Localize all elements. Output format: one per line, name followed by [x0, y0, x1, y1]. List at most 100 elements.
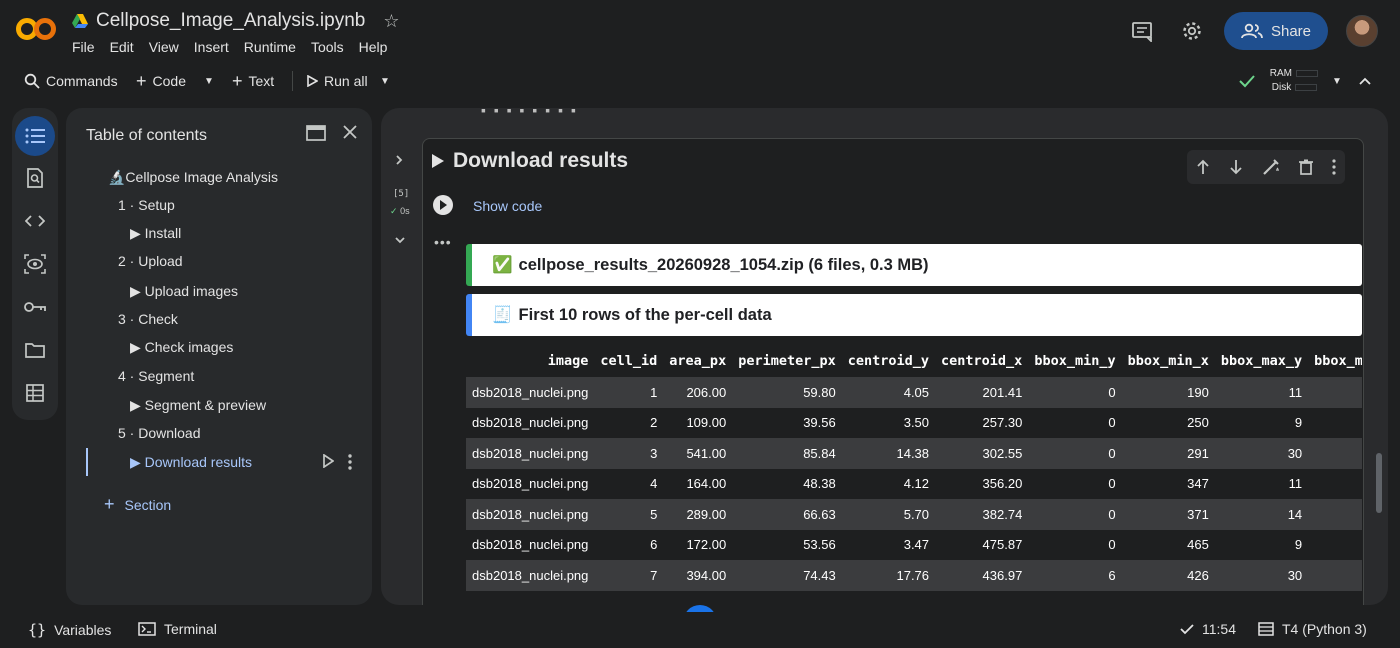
table-cell: 4	[594, 468, 664, 499]
run-all-button[interactable]: Run all	[306, 66, 368, 96]
variables-label: Variables	[54, 622, 112, 638]
table-cell: 14	[1214, 499, 1309, 530]
comments-icon[interactable]	[1124, 13, 1160, 49]
share-button[interactable]: Share	[1224, 12, 1328, 50]
toc-item-actions	[322, 454, 352, 470]
star-icon[interactable]: ☆	[383, 11, 399, 32]
table-cell: 14.38	[841, 438, 936, 469]
toc-item-setup[interactable]: 1 · Setup	[118, 197, 175, 213]
table-cell: 541.00	[663, 438, 733, 469]
expand-section-chevron-icon[interactable]	[394, 154, 404, 166]
data-table-icon[interactable]	[15, 373, 55, 413]
open-in-tab-icon[interactable]	[306, 124, 326, 142]
move-down-icon[interactable]	[1229, 159, 1243, 175]
more-options-icon[interactable]	[348, 454, 352, 470]
add-text-button[interactable]: + Text	[232, 66, 274, 96]
menu-edit[interactable]: Edit	[110, 39, 134, 55]
more-vert-icon[interactable]	[1331, 159, 1336, 175]
top-bar: Cellpose_Image_Analysis.ipynb ☆ File Edi…	[0, 0, 1400, 62]
notebook-name[interactable]: Cellpose_Image_Analysis.ipynb	[96, 10, 365, 32]
toc-item-upload[interactable]: 2 · Upload	[118, 253, 183, 269]
toc-item-download-results[interactable]: ▶ Download results	[130, 454, 252, 471]
table-row: dsb2018_nuclei.png 2 109.00 39.56 3.50 257.30…	[466, 407, 1362, 438]
column-header: image	[547, 353, 589, 369]
column-header: perimeter_px	[738, 353, 836, 369]
menu-insert[interactable]: Insert	[194, 39, 229, 55]
cell-heading-text: Download results	[453, 149, 629, 172]
plus-icon: +	[136, 70, 147, 91]
menu-tools[interactable]: Tools	[311, 39, 344, 55]
run-cell-button[interactable]	[433, 195, 453, 215]
table-row: dsb2018_nuclei.png 7 394.00 74.43 17.76 436.9…	[466, 560, 1362, 591]
disk-label: Disk	[1271, 82, 1292, 93]
run-section-icon[interactable]	[322, 454, 334, 470]
terminal-button[interactable]: Terminal	[138, 621, 217, 637]
google-drive-icon[interactable]	[72, 13, 88, 29]
column-header: centroid_x	[941, 353, 1023, 369]
table-cell: 302.55	[935, 438, 1029, 469]
table-cell: 382.74	[935, 499, 1029, 530]
colab-logo[interactable]	[16, 14, 56, 44]
notebook-area: ▪ ▪ ▪ ▪ ▪ ▪ ▪ ▪ [5] ✓ 0s Download result…	[381, 108, 1388, 605]
table-cell: 395	[1308, 499, 1362, 530]
table-cell: 487	[1308, 529, 1362, 560]
commands-button[interactable]: Commands	[24, 66, 118, 96]
runtime-dropdown-icon[interactable]: ▼	[1332, 66, 1342, 96]
menu-help[interactable]: Help	[359, 39, 388, 55]
menu-view[interactable]: View	[149, 39, 179, 55]
code-label: Code	[152, 73, 186, 89]
code-dropdown-icon[interactable]: ▼	[204, 66, 214, 96]
output-menu-icon[interactable]: •••	[434, 234, 452, 250]
add-section-button[interactable]: + Section	[104, 494, 171, 515]
find-in-document-icon[interactable]	[15, 158, 55, 198]
table-cell: 3.47	[841, 529, 936, 560]
last-run-status[interactable]: 11:54	[1180, 621, 1236, 637]
table-cell: 48.38	[732, 468, 842, 499]
table-cell: 9	[1214, 529, 1309, 560]
toc-icon[interactable]	[15, 116, 55, 156]
settings-gear-icon[interactable]	[1174, 13, 1210, 49]
output-scrollbar[interactable]	[1376, 453, 1382, 513]
table-cell: 164.00	[663, 468, 733, 499]
menu-file[interactable]: File	[72, 39, 95, 55]
last-run-time: 11:54	[1202, 621, 1236, 637]
server-icon	[1258, 622, 1274, 636]
resource-monitor[interactable]: RAM Disk	[1270, 67, 1318, 95]
side-rail	[12, 108, 58, 420]
variables-button[interactable]: {} Variables	[28, 621, 111, 639]
toc-item-check[interactable]: 3 · Check	[118, 311, 178, 327]
braces-icon: {}	[28, 621, 47, 639]
toc-item-install[interactable]: ▶ Install	[130, 225, 181, 242]
toc-item-check-images[interactable]: ▶ Check images	[130, 339, 233, 356]
toc-item-download[interactable]: 5 · Download	[118, 425, 201, 441]
edit-pen-icon[interactable]	[1262, 158, 1280, 176]
code-snippets-icon[interactable]	[15, 201, 55, 241]
runtime-info[interactable]: T4 (Python 3)	[1258, 621, 1367, 637]
secrets-key-icon[interactable]	[15, 287, 55, 327]
toc-item-segment-preview[interactable]: ▶ Segment & preview	[130, 397, 266, 414]
toc-item-notebook-title[interactable]: 🔬Cellpose Image Analysis	[108, 169, 278, 186]
close-icon[interactable]	[342, 124, 358, 142]
delete-trash-icon[interactable]	[1298, 159, 1313, 175]
table-cell: 206.00	[663, 377, 733, 408]
menu-runtime[interactable]: Runtime	[244, 39, 296, 55]
column-header: bbox_min_x	[1127, 353, 1209, 369]
move-up-icon[interactable]	[1196, 159, 1210, 175]
add-code-button[interactable]: + Code	[136, 66, 186, 96]
collapse-output-chevron-icon[interactable]	[394, 235, 406, 245]
table-cell: 190	[1121, 377, 1215, 408]
table-cell: 250	[1121, 407, 1215, 438]
variables-inspector-icon[interactable]	[15, 244, 55, 284]
collapse-header-icon[interactable]	[1358, 66, 1372, 96]
toc-item-segment[interactable]: 4 · Segment	[118, 368, 194, 384]
table-cell: 371	[1121, 499, 1215, 530]
show-code-link[interactable]: Show code	[473, 198, 542, 214]
dataframe-output: image cell_id area_px perimeter_px centr…	[466, 345, 1362, 605]
toc-item-upload-images[interactable]: ▶ Upload images	[130, 283, 238, 300]
user-avatar[interactable]	[1346, 15, 1378, 47]
run-all-dropdown-icon[interactable]: ▼	[380, 66, 390, 96]
table-cell: 5	[594, 499, 664, 530]
previous-cell-text-fragment: ▪ ▪ ▪ ▪ ▪ ▪ ▪ ▪	[481, 108, 578, 118]
table-cell: 9	[1214, 407, 1309, 438]
files-folder-icon[interactable]	[15, 330, 55, 370]
